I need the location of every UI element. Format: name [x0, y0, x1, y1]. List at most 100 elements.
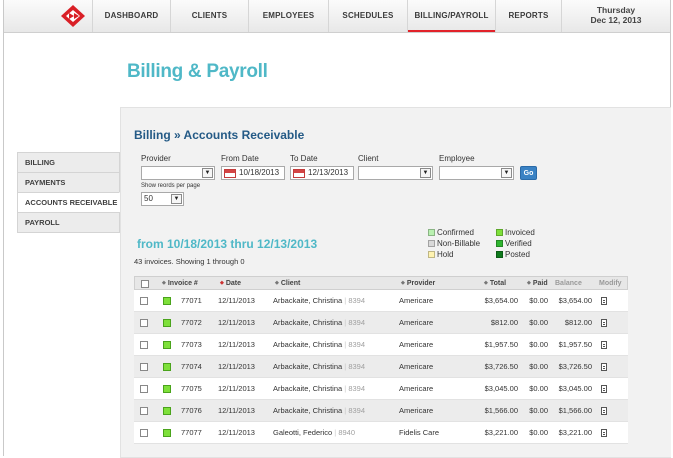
client-id: 8394	[348, 384, 366, 393]
client-cell: Arbackaite, Christina | 8394	[273, 356, 365, 378]
row-checkbox[interactable]	[140, 319, 148, 327]
legend-label: Posted	[505, 250, 530, 259]
client-select[interactable]: ▼	[358, 166, 433, 180]
client-id: 8394	[348, 318, 366, 327]
client-name: Arbackaite, Christina	[273, 296, 343, 305]
client-cell: Arbackaite, Christina | 8394	[273, 400, 365, 422]
column-provider-label: Provider	[406, 280, 436, 287]
invoice-number[interactable]: 77072	[181, 312, 202, 334]
table-row[interactable]: 77076 12/11/2013 Arbackaite, Christina | 8…	[134, 400, 628, 422]
provider-name: Americare	[399, 362, 434, 371]
invoice-date: 12/11/2013	[218, 296, 255, 305]
document-icon[interactable]	[601, 319, 607, 327]
sidebar-item-payroll[interactable]: PAYROLL	[17, 212, 120, 233]
table-row[interactable]: 77077 12/11/2013 Galeotti, Federico | 8940…	[134, 422, 628, 444]
to-date-label: To Date	[290, 154, 318, 163]
invoice-number[interactable]: 77076	[181, 400, 202, 422]
status-invoiced-indicator	[163, 385, 171, 393]
chevron-down-icon: ▼	[420, 168, 431, 178]
document-icon[interactable]	[601, 363, 607, 371]
calendar-icon[interactable]	[224, 169, 236, 178]
column-total-label: Total	[489, 280, 507, 287]
row-checkbox[interactable]	[140, 363, 148, 371]
column-date-label: Date	[225, 280, 242, 287]
invoice-number[interactable]: 77077	[181, 422, 202, 444]
legend-confirmed: Confirmed	[428, 228, 474, 237]
status-invoiced-indicator	[163, 341, 171, 349]
go-button[interactable]: Go	[520, 166, 537, 180]
legend-label: Confirmed	[437, 228, 474, 237]
document-icon[interactable]	[601, 385, 607, 393]
legend-invoiced: Invoiced	[496, 228, 535, 237]
sidebar-item-payments[interactable]: PAYMENTS	[17, 172, 120, 192]
nav-dashboard[interactable]: DASHBOARD	[92, 0, 170, 32]
row-checkbox[interactable]	[140, 385, 148, 393]
client-cell: Arbackaite, Christina | 8394	[273, 290, 365, 312]
table-row[interactable]: 77072 12/11/2013 Arbackaite, Christina | 8…	[134, 312, 628, 334]
row-checkbox[interactable]	[140, 341, 148, 349]
nav-schedules[interactable]: SCHEDULES	[328, 0, 407, 32]
legend-non-billable: Non-Billable	[428, 239, 480, 248]
invoice-number[interactable]: 77075	[181, 378, 202, 400]
invoice-date: 12/11/2013	[218, 384, 255, 393]
legend-verified: Verified	[496, 239, 532, 248]
current-day: Thursday	[596, 5, 636, 15]
legend-swatch-non-billable	[428, 240, 435, 247]
invoices-table: ◆ Invoice # ◆ Date ◆ Client ◆ Provider ◆ Tota…	[134, 276, 628, 444]
table-row[interactable]: 77075 12/11/2013 Arbackaite, Christina | 8…	[134, 378, 628, 400]
from-date-input[interactable]: 10/18/2013	[221, 166, 285, 180]
invoice-number[interactable]: 77071	[181, 290, 202, 312]
sidebar-item-accounts-receivable[interactable]: ACCOUNTS RECEIVABLE	[17, 192, 120, 212]
invoice-total: $3,221.00	[484, 428, 518, 437]
document-icon[interactable]	[601, 429, 607, 437]
table-row[interactable]: 77074 12/11/2013 Arbackaite, Christina | 8…	[134, 356, 628, 378]
nav-employees[interactable]: EMPLOYEES	[248, 0, 328, 32]
document-icon[interactable]	[601, 341, 607, 349]
from-date-value: 10/18/2013	[239, 168, 280, 177]
select-all-checkbox[interactable]	[141, 280, 149, 288]
nav-clients[interactable]: CLIENTS	[170, 0, 248, 32]
legend-label: Invoiced	[505, 228, 535, 237]
nav-reports[interactable]: REPORTS	[495, 0, 561, 32]
invoice-balance: $3,221.00	[558, 428, 592, 437]
legend-posted: Posted	[496, 250, 530, 259]
row-checkbox[interactable]	[140, 429, 148, 437]
document-icon[interactable]	[601, 297, 607, 305]
column-invoice[interactable]: ◆ Invoice #	[162, 277, 198, 290]
client-id: 8394	[348, 296, 366, 305]
per-page-select[interactable]: 50 ▼	[141, 192, 184, 206]
table-row[interactable]: 77073 12/11/2013 Arbackaite, Christina | 8…	[134, 334, 628, 356]
legend-swatch-confirmed	[428, 229, 435, 236]
document-icon[interactable]	[601, 407, 607, 415]
invoice-date: 12/11/2013	[218, 318, 255, 327]
client-name: Arbackaite, Christina	[273, 384, 343, 393]
column-provider[interactable]: ◆ Provider	[401, 277, 435, 290]
invoice-paid: $0.00	[529, 318, 548, 327]
provider-name: Fidelis Care	[399, 428, 440, 437]
invoice-date: 12/11/2013	[218, 428, 255, 437]
company-logo-icon[interactable]	[60, 4, 86, 28]
column-total[interactable]: ◆ Total	[484, 277, 506, 290]
column-date[interactable]: ◆ Date	[220, 277, 241, 290]
calendar-icon[interactable]	[293, 169, 305, 178]
provider-select[interactable]: ▼	[141, 166, 215, 180]
column-paid[interactable]: ◆ Paid	[527, 277, 548, 290]
row-checkbox[interactable]	[140, 297, 148, 305]
employee-select[interactable]: ▼	[439, 166, 514, 180]
invoice-number[interactable]: 77074	[181, 356, 202, 378]
invoice-number[interactable]: 77073	[181, 334, 202, 356]
sort-icon: ◆	[484, 280, 488, 286]
client-name: Galeotti, Federico	[273, 428, 333, 437]
client-cell: Arbackaite, Christina | 8394	[273, 312, 365, 334]
current-date-box: Thursday Dec 12, 2013	[561, 0, 670, 32]
client-id: 8394	[348, 340, 366, 349]
sidebar-menu: BILLING PAYMENTS ACCOUNTS RECEIVABLE PAY…	[17, 152, 120, 233]
table-row[interactable]: 77071 12/11/2013 Arbackaite, Christina | 8…	[134, 290, 628, 312]
row-checkbox[interactable]	[140, 407, 148, 415]
invoice-date: 12/11/2013	[218, 362, 255, 371]
legend-label: Non-Billable	[437, 239, 481, 248]
sidebar-item-billing[interactable]: BILLING	[17, 152, 120, 172]
to-date-input[interactable]: 12/13/2013	[290, 166, 354, 180]
nav-billing-payroll[interactable]: BILLING/PAYROLL	[407, 0, 495, 32]
column-client[interactable]: ◆ Client	[275, 277, 300, 290]
